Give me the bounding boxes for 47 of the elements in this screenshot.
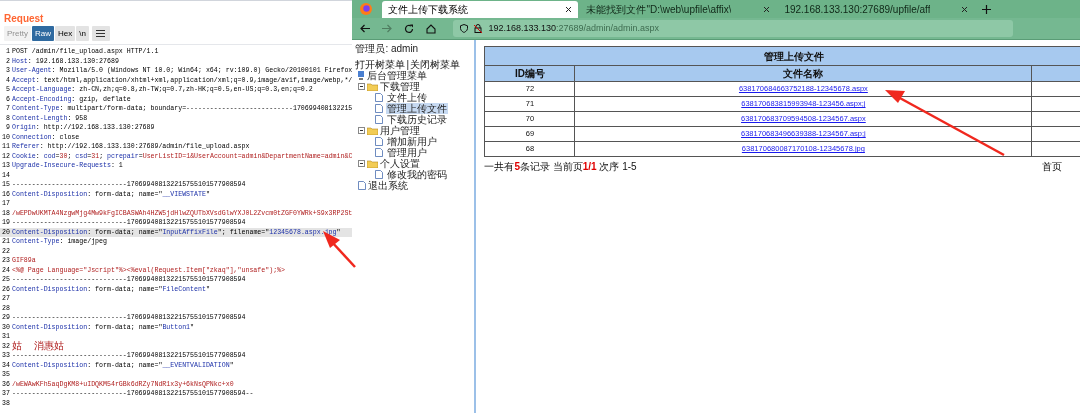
tree-item[interactable]: 增加新用户 (386, 136, 439, 147)
browser-tab[interactable]: 文件上传下载系统 (382, 1, 579, 18)
first-page-link[interactable]: 首页 (1042, 159, 1063, 174)
menu-button[interactable] (91, 26, 110, 41)
url-host: 192.168.133.130 (488, 22, 556, 33)
close-icon[interactable] (763, 6, 771, 13)
menu-icon (96, 30, 106, 37)
admin-label: 管理员: admin (355, 43, 420, 54)
tree-item[interactable]: 个人设置 (380, 158, 421, 169)
separator-text: | (406, 59, 409, 70)
home-icon[interactable] (426, 23, 437, 34)
tree-item[interactable]: 下载历史记录 (386, 114, 449, 125)
tree-item[interactable]: 下载管理 (380, 81, 421, 92)
view-tab[interactable]: Hex (54, 26, 76, 41)
url-path: :27689/admin/admin.aspx (555, 22, 660, 33)
new-tab-icon[interactable] (982, 5, 992, 14)
tree-link[interactable]: 打开树菜单 (355, 59, 406, 70)
view-tab[interactable]: \n (76, 26, 89, 41)
back-icon[interactable] (360, 24, 371, 33)
close-icon[interactable] (565, 6, 573, 13)
tree-item[interactable]: 退出系统 (368, 180, 409, 191)
browser-tab[interactable]: 192.168.133.130:27689/upfile/aff (778, 1, 975, 18)
close-icon[interactable] (961, 6, 969, 13)
collapse-icon[interactable] (358, 160, 366, 167)
tree-item[interactable]: 管理上传文件 (386, 103, 449, 114)
collapse-icon[interactable] (358, 83, 366, 90)
folder-icon (367, 159, 379, 168)
table-title: 管理上传文件 (484, 46, 1080, 66)
view-tab[interactable]: Raw (31, 26, 54, 41)
code-line: 姑 消惠姑 (11, 341, 64, 351)
tree-item[interactable]: 修改我的密码 (386, 169, 449, 180)
pagination-summary: 一共有5条记录 当前页1/1 次序 1-5 (484, 160, 637, 174)
folder-icon (367, 126, 379, 135)
shield-icon[interactable] (460, 24, 469, 33)
tree-item[interactable]: 用户管理 (380, 125, 421, 136)
computer-icon (357, 71, 366, 80)
tree-link[interactable]: 关闭树菜单 (410, 59, 460, 70)
tree-item[interactable]: 后台管理菜单 (367, 70, 428, 81)
tree-item[interactable]: 文件上传 (386, 92, 429, 103)
folder-icon (367, 82, 379, 91)
address-bar[interactable]: 192.168.133.130:27689/admin/admin.aspx (453, 20, 1014, 37)
insecure-lock-icon[interactable] (474, 24, 483, 33)
panel-title: Request (3, 12, 45, 26)
collapse-icon[interactable] (358, 127, 366, 134)
browser-tab[interactable]: 未能找到文件"D:\web\upfile\affix\ (580, 1, 777, 18)
tree-item[interactable]: 管理用户 (386, 147, 429, 158)
reload-icon[interactable] (404, 23, 415, 34)
